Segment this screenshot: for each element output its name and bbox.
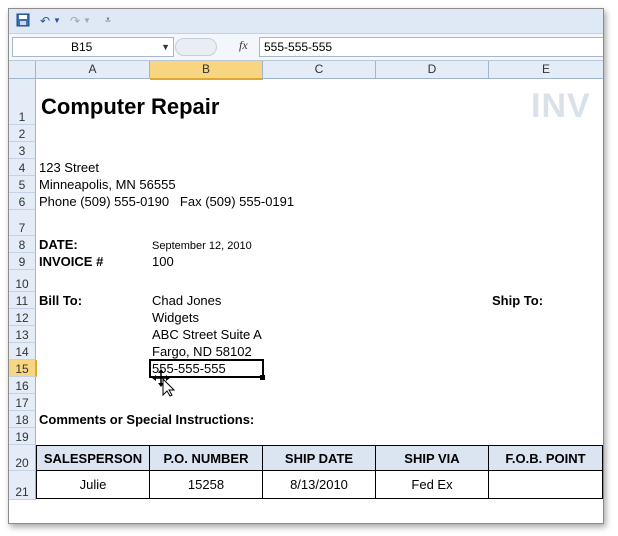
row-header-15[interactable]: 15	[9, 360, 37, 377]
address-city: Minneapolis, MN 56555	[39, 177, 176, 192]
save-icon[interactable]	[15, 13, 31, 29]
row-header-14[interactable]: 14	[9, 343, 36, 360]
row-header-7[interactable]: 7	[9, 210, 36, 236]
name-box-value: B15	[71, 40, 93, 54]
bill-to-name[interactable]: Chad Jones	[152, 293, 221, 309]
row-header-13[interactable]: 13	[9, 326, 36, 343]
row-header-11[interactable]: 11	[9, 292, 36, 309]
date-value[interactable]: September 12, 2010	[152, 238, 252, 254]
customize-toolbar-icon[interactable]: ⩡	[103, 13, 113, 29]
table-header-po-number: P.O. NUMBER	[149, 445, 263, 471]
cursor-move-icon	[152, 369, 176, 397]
excel-window: ↶ ▼ ↷ ▼ ⩡ B15 ▼ fx 555-555-555 A B C D E…	[8, 8, 604, 524]
formula-controls[interactable]	[175, 38, 217, 56]
address-street: 123 Street	[39, 160, 99, 175]
column-header-c[interactable]: C	[263, 61, 376, 79]
redo-dropdown-icon[interactable]: ▼	[83, 13, 91, 29]
bill-to-city[interactable]: Fargo, ND 58102	[152, 344, 252, 360]
undo-dropdown-icon[interactable]: ▼	[53, 13, 61, 29]
row-header-19[interactable]: 19	[9, 428, 36, 445]
formula-bar: B15 ▼ fx 555-555-555	[9, 34, 603, 61]
quick-access-toolbar: ↶ ▼ ↷ ▼ ⩡	[9, 9, 603, 34]
column-header-a[interactable]: A	[36, 61, 150, 79]
date-label: DATE:	[39, 237, 78, 252]
row-header-20[interactable]: 20	[9, 445, 36, 471]
row-header-17[interactable]: 17	[9, 394, 36, 411]
row-header-21[interactable]: 21	[9, 471, 36, 500]
comments-label: Comments or Special Instructions:	[39, 412, 255, 427]
column-header-d[interactable]: D	[376, 61, 489, 79]
table-header-salesperson: SALESPERSON	[36, 445, 150, 471]
bill-to-label: Bill To:	[39, 293, 83, 308]
company-title: Computer Repair	[41, 94, 220, 119]
row-header-4[interactable]: 4	[9, 159, 36, 176]
ship-to-label: Ship To:	[492, 293, 544, 308]
row-header-5[interactable]: 5	[9, 176, 36, 193]
select-all-corner[interactable]	[9, 61, 36, 79]
invoice-number-value[interactable]: 100	[152, 254, 174, 270]
undo-icon[interactable]: ↶	[37, 13, 53, 29]
row-header-2[interactable]: 2	[9, 125, 36, 142]
invoice-watermark: INV	[531, 87, 591, 125]
bill-to-company[interactable]: Widgets	[152, 310, 199, 326]
table-cell-fob-point[interactable]	[488, 470, 603, 499]
table-cell-ship-via[interactable]: Fed Ex	[375, 470, 489, 499]
bill-to-street[interactable]: ABC Street Suite A	[152, 327, 262, 343]
row-header-18[interactable]: 18	[9, 411, 36, 428]
contact-phone-fax: Phone (509) 555-0190 Fax (509) 555-0191	[39, 194, 295, 209]
table-header-ship-date: SHIP DATE	[262, 445, 376, 471]
row-header-12[interactable]: 12	[9, 309, 36, 326]
table-header-ship-via: SHIP VIA	[375, 445, 489, 471]
row-header-9[interactable]: 9	[9, 253, 36, 270]
column-header-b[interactable]: B	[150, 61, 263, 80]
table-cell-ship-date[interactable]: 8/13/2010	[262, 470, 376, 499]
row-header-1[interactable]: 1	[9, 79, 36, 125]
fill-handle[interactable]	[260, 375, 265, 380]
table-cell-po-number[interactable]: 15258	[149, 470, 263, 499]
table-cell-salesperson[interactable]: Julie	[36, 470, 150, 499]
insert-function-icon[interactable]: fx	[239, 38, 248, 53]
row-header-16[interactable]: 16	[9, 377, 36, 394]
row-header-3[interactable]: 3	[9, 142, 36, 159]
name-box-dropdown-icon[interactable]: ▼	[161, 38, 170, 56]
redo-icon[interactable]: ↷	[67, 13, 83, 29]
worksheet-grid[interactable]: A B C D E 1 2 3 4 5 6 7 8 9 10 11 12 13 …	[9, 61, 603, 523]
table-header-fob-point: F.O.B. POINT	[488, 445, 603, 471]
formula-input[interactable]: 555-555-555	[259, 37, 603, 57]
invoice-number-label: INVOICE #	[39, 254, 104, 269]
row-header-6[interactable]: 6	[9, 193, 36, 210]
column-header-e[interactable]: E	[489, 61, 603, 79]
row-header-8[interactable]: 8	[9, 236, 36, 253]
row-header-10[interactable]: 10	[9, 270, 36, 292]
name-box[interactable]: B15 ▼	[12, 37, 174, 57]
